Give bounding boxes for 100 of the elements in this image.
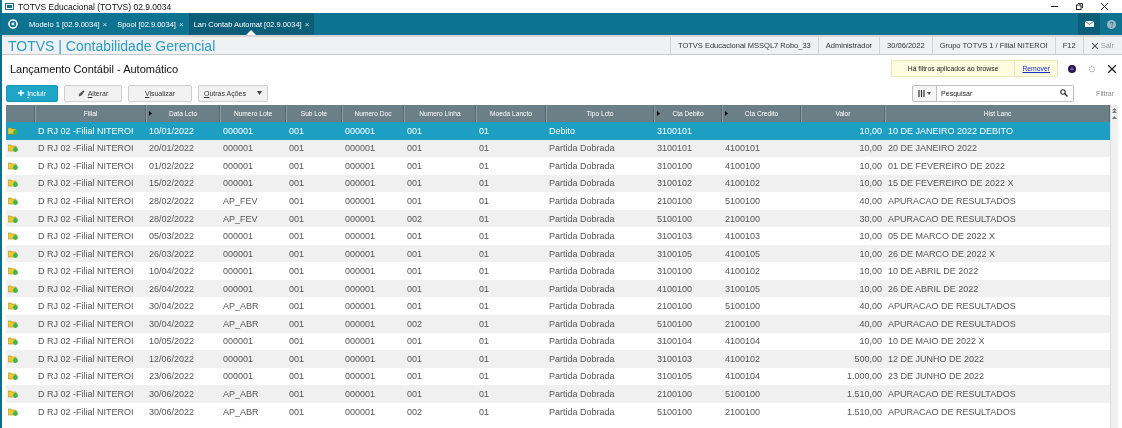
table-cell-text: APURACAO DE RESULTADOS	[887, 301, 1017, 312]
table-cell-text: 01	[478, 213, 490, 224]
table-cell-text: 30/04/2022	[148, 301, 196, 312]
table-cell-text: 10,00	[858, 231, 883, 242]
table-cell-text: Debito	[548, 125, 576, 136]
table-cell-text: Partida Dobrada	[548, 301, 616, 312]
table-cell-text: 23 DE JUNHO DE 2022	[887, 371, 986, 382]
table-cell-text: 10,00	[858, 336, 883, 347]
table-cell-text: APURACAO DE RESULTADOS	[887, 406, 1017, 417]
table-cell-text: 000001	[222, 371, 255, 382]
table-cell-text: 20/01/2022	[148, 143, 196, 154]
table-cell-text: Partida Dobrada	[548, 266, 616, 277]
folder-icon	[8, 407, 18, 416]
table-cell-text: 4100100	[656, 283, 694, 294]
scroll-top-icon[interactable]	[1112, 108, 1117, 113]
table-cell-text: 3100105	[656, 371, 694, 382]
table-cell-text: 10,00	[858, 160, 883, 171]
folder-icon	[8, 126, 18, 135]
table-cell-text: 000001	[222, 125, 255, 136]
logo-icon[interactable]	[8, 19, 18, 29]
close-icon[interactable]	[1108, 64, 1116, 73]
table-row[interactable]: D RJ 02 -Filial NITEROI 12/06/2022 000001 001 000001 001 01 Partida Dobrada 3100103 4100102 500,00 12 DE JUNHO DE 2022	[6, 350, 1110, 368]
table-cell-text: 002	[406, 213, 424, 224]
plus-icon	[18, 90, 25, 96]
table-cell-text: 001	[406, 283, 424, 294]
pencil-icon	[77, 89, 85, 97]
table-cell-text: 000001	[344, 266, 377, 277]
table-cell-text: 001	[406, 178, 424, 189]
restore-icon[interactable]	[1076, 3, 1083, 10]
scrollbar[interactable]	[1110, 105, 1118, 428]
table-cell-text: D RJ 02 -Filial NITEROI	[37, 301, 135, 312]
table-cell-text: 4100102	[724, 353, 762, 364]
table-cell-text: 15 DE FEVEREIRO DE 2022 X	[887, 178, 1015, 189]
table-cell-text: 40,00	[858, 301, 883, 312]
table-cell-text: 01	[478, 283, 490, 294]
folder-icon	[8, 249, 18, 258]
table-cell-text: 10/01/2022	[148, 125, 196, 136]
table-cell-text: D RJ 02 -Filial NITEROI	[37, 231, 135, 242]
table-cell-text: Partida Dobrada	[548, 353, 616, 364]
table-cell-text: Partida Dobrada	[548, 318, 616, 329]
table-cell-text: D RJ 02 -Filial NITEROI	[37, 388, 135, 399]
help-icon[interactable]	[1106, 19, 1116, 29]
table-row[interactable]: D RJ 02 -Filial NITEROI 30/06/2022 AP_ABR 001 000001 001 01 Partida Dobrada 2100100 5100100 1.510,00 APURACAO DE RESULTADOS	[6, 385, 1110, 403]
table-cell-text: 002	[406, 318, 424, 329]
table-cell-text: 1.510,00	[845, 388, 883, 399]
table-cell-text: 20 DE JANEIRO 2022	[887, 143, 979, 154]
table-cell-text: 000001	[222, 283, 255, 294]
table-cell-text: 05 DE MARCO DE 2022 X	[887, 231, 997, 242]
table-cell-text: D RJ 02 -Filial NITEROI	[37, 160, 135, 171]
search-icon[interactable]	[1060, 89, 1069, 97]
table-cell-text: 001	[288, 371, 306, 382]
table-cell-text: 4100100	[724, 160, 762, 171]
table-cell-text: 26 DE ABRIL DE 2022	[887, 283, 980, 294]
table-cell-text: 12/06/2022	[148, 353, 196, 364]
folder-icon	[8, 196, 18, 205]
table-cell-text: 000001	[344, 125, 377, 136]
table-cell-text: D RJ 02 -Filial NITEROI	[37, 318, 135, 329]
table-cell-text: D RJ 02 -Filial NITEROI	[37, 336, 135, 347]
table-cell-text: 000001	[344, 371, 377, 382]
table-cell-text: 3100103	[656, 231, 694, 242]
table-cell-text: 000001	[222, 353, 255, 364]
table-cell-text: 3100101	[656, 125, 694, 136]
table-cell-text: 000001	[222, 178, 255, 189]
table-cell-text: AP_FEV	[222, 213, 259, 224]
window-title: TOTVS Educacional (TOTVS) 02.9.0034	[18, 1, 173, 12]
table-cell-text: 01	[478, 301, 490, 312]
table-cell-text: 5100100	[724, 301, 762, 312]
table-cell-text: 01	[478, 160, 490, 171]
table-cell-text: Partida Dobrada	[548, 213, 616, 224]
tab-close[interactable]: ×	[304, 19, 310, 29]
folder-icon	[8, 354, 18, 363]
scroll-up-icon[interactable]	[1112, 116, 1117, 119]
table-cell-text: Partida Dobrada	[548, 248, 616, 259]
table-cell-text: 000001	[344, 301, 377, 312]
table-cell-text: 000001	[344, 160, 377, 171]
table-cell-text: 3100104	[656, 336, 694, 347]
table-cell-text: 001	[406, 371, 424, 382]
table-cell-text: 001	[288, 283, 306, 294]
tab-close[interactable]: ×	[178, 19, 184, 29]
tab-close[interactable]: ×	[102, 19, 108, 29]
table-cell-text: 10,00	[858, 248, 883, 259]
table-row[interactable]: D RJ 02 -Filial NITEROI 30/04/2022 AP_ABR 001 000001 002 01 Partida Dobrada 5100100 2100100 40,00 APURACAO DE RESULTADOS	[6, 315, 1110, 333]
table-cell-text: 001	[288, 160, 306, 171]
table-cell-text: 000001	[344, 406, 377, 417]
status-icon[interactable]	[1068, 64, 1076, 73]
table-cell-text: 05/03/2022	[148, 231, 196, 242]
columns-button[interactable]	[912, 84, 938, 102]
table-cell-text: 30,00	[858, 213, 883, 224]
close-icon[interactable]	[1101, 3, 1108, 10]
table-cell-text: 001	[406, 160, 424, 171]
table-cell-text: 01	[478, 248, 490, 259]
table-cell-text: D RJ 02 -Filial NITEROI	[37, 406, 135, 417]
table-cell-text: 2100100	[724, 406, 762, 417]
table-cell-text: 10,00	[858, 266, 883, 277]
table-cell-text: 4100104	[724, 371, 762, 382]
table-cell-text: 000001	[222, 160, 255, 171]
table-cell-text: 2100100	[656, 195, 694, 206]
table-cell-text: 001	[288, 213, 306, 224]
mail-icon[interactable]	[1084, 21, 1094, 27]
table-cell-text: 10/05/2022	[148, 336, 196, 347]
